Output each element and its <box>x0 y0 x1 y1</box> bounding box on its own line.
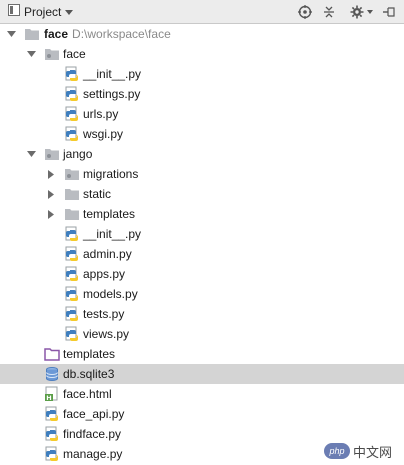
tree-node-label: face_api.py <box>63 407 125 421</box>
html-file-icon: H <box>44 386 60 402</box>
python-file-icon <box>64 306 80 322</box>
gear-icon[interactable] <box>348 3 376 21</box>
python-file-icon <box>64 66 80 82</box>
python-file-icon <box>64 86 80 102</box>
project-toolbar: Project <box>0 0 404 24</box>
tree-node-face-package[interactable]: face <box>0 44 404 64</box>
expanded-arrow-icon[interactable] <box>26 49 36 59</box>
python-file-icon <box>44 406 60 422</box>
folder-icon <box>64 166 80 182</box>
tree-node-file[interactable]: views.py <box>0 324 404 344</box>
tree-node-file[interactable]: wsgi.py <box>0 124 404 144</box>
collapsed-arrow-icon[interactable] <box>46 169 56 179</box>
tree-node-file[interactable]: urls.py <box>0 104 404 124</box>
tree-node-database-selected[interactable]: db.sqlite3 <box>0 364 404 384</box>
tree-node-label: apps.py <box>83 267 126 281</box>
tree-node-label: views.py <box>83 327 130 341</box>
tree-node-label: wsgi.py <box>83 127 124 141</box>
tree-node-root-face[interactable]: face D:\workspace\face <box>0 24 404 44</box>
tree-node-file[interactable]: __init__.py <box>0 64 404 84</box>
tree-node-label: templates <box>63 347 116 361</box>
tree-node-file[interactable]: __init__.py <box>0 224 404 244</box>
tree-node-label: __init__.py <box>83 227 142 241</box>
expanded-arrow-icon[interactable] <box>6 29 16 39</box>
tree-node-label: db.sqlite3 <box>63 367 115 381</box>
tree-node-folder[interactable]: static <box>0 184 404 204</box>
python-file-icon <box>44 426 60 442</box>
tree-node-folder[interactable]: migrations <box>0 164 404 184</box>
tree-node-file[interactable]: tests.py <box>0 304 404 324</box>
hide-icon[interactable] <box>380 3 398 21</box>
tree-node-templates-folder[interactable]: templates <box>0 344 404 364</box>
python-file-icon <box>64 106 80 122</box>
tree-node-label: urls.py <box>83 107 119 121</box>
python-file-icon <box>64 126 80 142</box>
python-file-icon <box>64 326 80 342</box>
tree-node-label: templates <box>83 207 136 221</box>
tree-node-label: migrations <box>83 167 139 181</box>
tree-node-label: findface.py <box>63 427 122 441</box>
expanded-arrow-icon[interactable] <box>26 149 36 159</box>
tree-node-label: manage.py <box>63 447 123 461</box>
tree-node-label: face <box>63 47 86 61</box>
tree-node-label: __init__.py <box>83 67 142 81</box>
tree-node-file[interactable]: apps.py <box>0 264 404 284</box>
php-cn-watermark: php 中文网 <box>324 440 400 462</box>
python-file-icon <box>64 246 80 262</box>
project-view-selector[interactable]: Project <box>4 2 74 21</box>
tree-node-folder[interactable]: templates <box>0 204 404 224</box>
python-file-icon <box>64 226 80 242</box>
tree-node-label: static <box>83 187 112 201</box>
package-folder-icon <box>44 46 60 62</box>
tree-node-label: face.html <box>63 387 112 401</box>
tree-node-file[interactable]: settings.py <box>0 84 404 104</box>
tree-node-file[interactable]: H face.html <box>0 384 404 404</box>
tree-node-label: settings.py <box>83 87 141 101</box>
python-file-icon <box>64 286 80 302</box>
collapsed-arrow-icon[interactable] <box>46 209 56 219</box>
tree-node-file[interactable]: models.py <box>0 284 404 304</box>
tree-node-label: jango <box>63 147 93 161</box>
database-icon <box>44 366 60 382</box>
tree-node-label: tests.py <box>83 307 125 321</box>
python-file-icon <box>44 446 60 462</box>
python-file-icon <box>64 266 80 282</box>
folder-icon <box>64 206 80 222</box>
tree-node-jango-package[interactable]: jango <box>0 144 404 164</box>
project-tree[interactable]: face D:\workspace\face face __init__.py s… <box>0 24 404 464</box>
collapsed-arrow-icon[interactable] <box>46 189 56 199</box>
php-logo-badge: php <box>324 443 350 459</box>
collapse-icon[interactable] <box>320 3 338 21</box>
target-icon[interactable] <box>296 3 314 21</box>
folder-icon <box>24 26 40 42</box>
project-view-label: Project <box>24 4 62 19</box>
root-folder-name: face <box>44 27 69 41</box>
templates-folder-icon <box>44 346 60 362</box>
tree-node-file[interactable]: face_api.py <box>0 404 404 424</box>
package-folder-icon <box>44 146 60 162</box>
tree-node-label: models.py <box>83 287 138 301</box>
folder-icon <box>64 186 80 202</box>
project-window-icon <box>8 4 20 19</box>
chevron-down-icon <box>65 5 74 19</box>
root-folder-path: D:\workspace\face <box>72 27 171 41</box>
svg-text:H: H <box>46 394 51 402</box>
tree-node-label: admin.py <box>83 247 132 261</box>
tree-node-file[interactable]: admin.py <box>0 244 404 264</box>
watermark-text: 中文网 <box>353 444 393 460</box>
